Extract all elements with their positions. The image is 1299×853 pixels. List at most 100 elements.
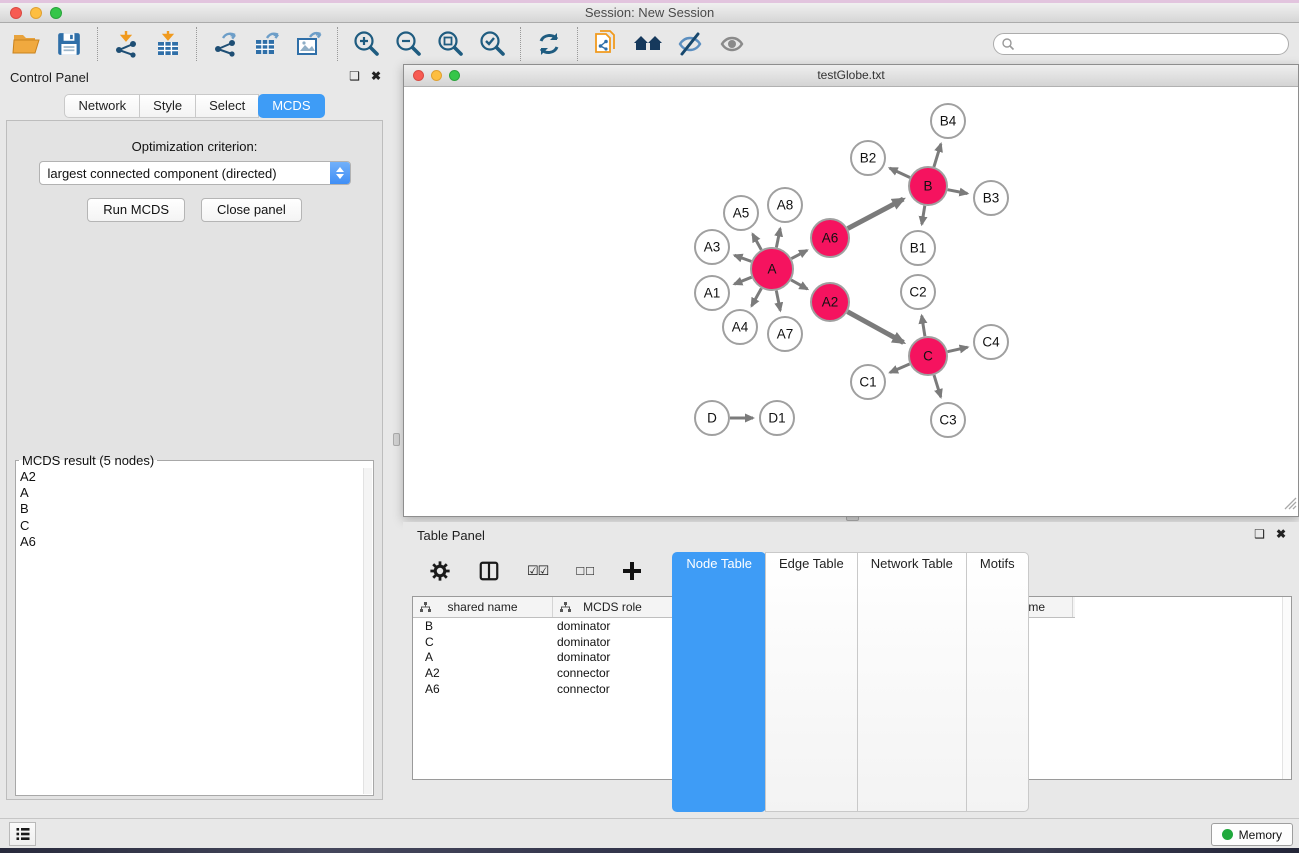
home-button[interactable] [627,26,669,62]
edge-C-C3[interactable] [934,375,941,397]
refresh-button[interactable] [528,26,570,62]
export-image-icon [295,30,323,58]
import-network-icon [112,30,140,58]
node-A[interactable]: A [751,248,793,290]
run-mcds-button[interactable]: Run MCDS [87,198,185,222]
resize-grip-icon[interactable] [1284,497,1297,515]
node-A7[interactable]: A7 [768,317,802,351]
float-panel-icon[interactable]: ❑ [349,69,360,83]
network-close-button[interactable] [413,70,424,81]
show-graphics-details-button[interactable] [711,26,753,62]
node-A6[interactable]: A6 [811,219,849,257]
edge-B-B2[interactable] [890,168,910,177]
zoom-fit-button[interactable] [429,26,471,62]
node-A8[interactable]: A8 [768,188,802,222]
edge-A-A6[interactable] [791,250,807,258]
result-list-scrollbar[interactable] [363,468,372,794]
mcds-result-item[interactable]: B [20,501,361,517]
node-C[interactable]: C [909,337,947,375]
tab-motifs[interactable]: Motifs [966,552,1029,812]
tab-network-table[interactable]: Network Table [857,552,967,812]
hide-graphics-details-button[interactable] [669,26,711,62]
memory-button[interactable]: Memory [1211,823,1293,846]
minimize-window-button[interactable] [30,7,42,19]
vertical-split-handle[interactable] [393,433,400,446]
node-C1[interactable]: C1 [851,365,885,399]
open-session-button[interactable] [6,26,48,62]
network-window-titlebar[interactable]: testGlobe.txt [404,65,1298,87]
network-maximize-button[interactable] [449,70,460,81]
task-history-button[interactable] [9,822,36,846]
node-label: D1 [768,411,785,426]
mcds-result-item[interactable]: C [20,518,361,534]
node-label: B1 [910,241,927,256]
node-A4[interactable]: A4 [723,310,757,344]
export-table-button[interactable] [246,26,288,62]
export-network-button[interactable] [204,26,246,62]
float-panel-icon[interactable]: ❑ [1254,527,1265,541]
edge-B-B3[interactable] [948,190,968,194]
edge-A-A4[interactable] [752,288,762,306]
node-C3[interactable]: C3 [931,403,965,437]
edge-A2-C[interactable] [848,312,904,343]
tab-mcds[interactable]: MCDS [258,94,324,118]
edge-A-A1[interactable] [734,277,751,284]
edge-A-A2[interactable] [791,280,807,289]
node-D1[interactable]: D1 [760,401,794,435]
tab-node-table[interactable]: Node Table [672,552,766,812]
node-A2[interactable]: A2 [811,283,849,321]
search-field[interactable] [993,33,1289,55]
edge-A-A7[interactable] [776,291,780,311]
network-canvas[interactable]: B4 B2 B B3 A5 A8 A6 A3 B1 A A1 C2 A2 A4 A7 C4 C C1 D D1 C3 [404,88,1298,516]
mcds-result-item[interactable]: A [20,485,361,501]
node-label: C3 [939,413,956,428]
tab-select[interactable]: Select [195,94,259,118]
edge-B-B4[interactable] [934,144,941,167]
edge-B-B1[interactable] [922,206,925,225]
node-label: A [767,262,776,277]
tab-style[interactable]: Style [139,94,196,118]
node-label: C4 [982,335,1000,350]
zoom-out-button[interactable] [387,26,429,62]
edge-A-A3[interactable] [735,255,752,261]
edge-A-A8[interactable] [776,229,780,248]
save-session-button[interactable] [48,26,90,62]
edge-A-A5[interactable] [753,234,762,250]
mcds-result-box: MCDS result (5 nodes) A2ABCA6 [15,453,374,796]
edge-C-C2[interactable] [922,316,925,337]
close-window-button[interactable] [10,7,22,19]
close-panel-icon[interactable]: ✖ [371,69,381,83]
mcds-result-item[interactable]: A6 [20,534,361,550]
maximize-window-button[interactable] [50,7,62,19]
close-panel-icon[interactable]: ✖ [1276,527,1286,541]
export-image-button[interactable] [288,26,330,62]
node-B2[interactable]: B2 [851,141,885,175]
node-C4[interactable]: C4 [974,325,1008,359]
search-input[interactable] [1015,35,1288,53]
import-network-button[interactable] [105,26,147,62]
network-minimize-button[interactable] [431,70,442,81]
copy-network-button[interactable] [585,26,627,62]
node-A5[interactable]: A5 [724,196,758,230]
node-B1[interactable]: B1 [901,231,935,265]
criterion-dropdown[interactable]: largest connected component (directed) [39,161,351,185]
mcds-result-item[interactable]: A2 [20,469,361,485]
node-B[interactable]: B [909,167,947,205]
node-D[interactable]: D [695,401,729,435]
edge-C-C4[interactable] [948,347,968,352]
tab-edge-table[interactable]: Edge Table [765,552,858,812]
status-bar: Memory [0,818,1299,848]
import-table-button[interactable] [147,26,189,62]
zoom-in-button[interactable] [345,26,387,62]
node-A1[interactable]: A1 [695,276,729,310]
node-C2[interactable]: C2 [901,275,935,309]
tab-network[interactable]: Network [64,94,140,118]
node-B4[interactable]: B4 [931,104,965,138]
zoom-selected-button[interactable] [471,26,513,62]
node-B3[interactable]: B3 [974,181,1008,215]
close-panel-button[interactable]: Close panel [201,198,302,222]
refresh-icon [535,30,563,58]
edge-C-C1[interactable] [890,364,910,373]
edge-A6-B[interactable] [848,199,904,229]
node-A3[interactable]: A3 [695,230,729,264]
